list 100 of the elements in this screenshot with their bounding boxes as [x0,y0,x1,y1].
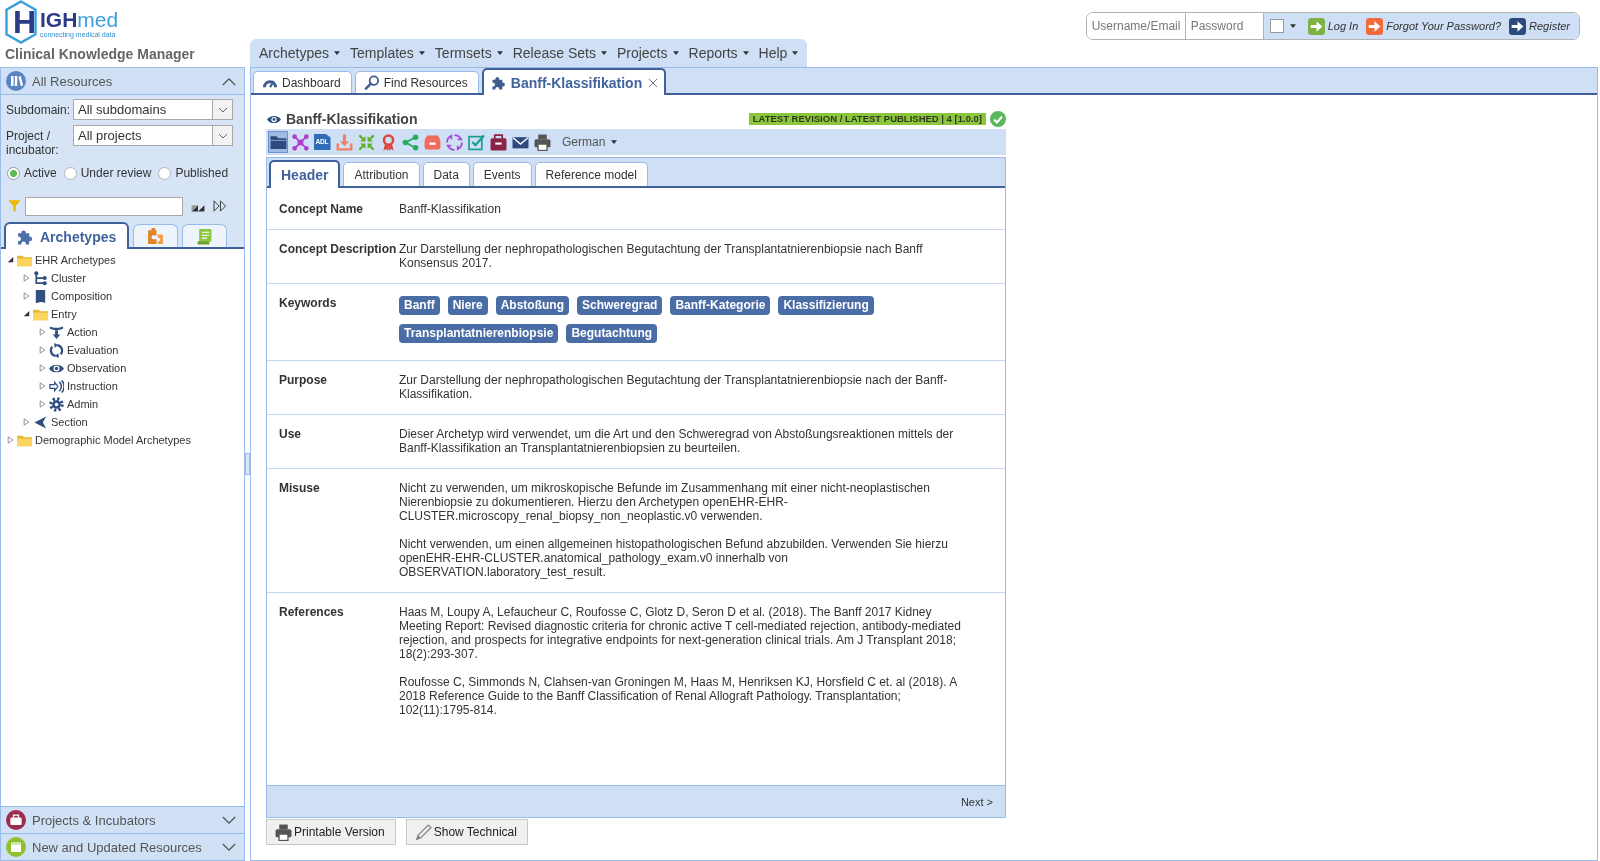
drawer-icon [423,133,441,151]
filter-field[interactable] [25,196,183,216]
logo-wordmark: IGHmed [40,9,119,31]
keyword-tag[interactable]: Klassifizierung [778,296,874,315]
radio-option[interactable]: Active [7,166,57,180]
field-value: Nicht zu verwenden, um mikroskopische Befunde im Zusammenhang mit einer nicht-neoplastischen Nierenbiopsie zu dokumentieren. Hierzu den Archetypen openEHR-EHR-CLUSTER.microscopy_renal_biopsy_non_neoplastic.v0 verwenden. [399,481,931,523]
double-triangle-icon[interactable] [213,200,227,212]
checkbox-icon [467,133,485,151]
collapsed-triangle-icon[interactable] [39,382,46,390]
tree-item[interactable]: Cluster [51,272,86,284]
checkbox[interactable] [1269,19,1284,33]
keyword-tag[interactable]: Transplantatnierenbiopsie [399,324,559,343]
keyword-tag[interactable]: Niere [447,296,488,315]
arrows-inward-icon [357,133,375,151]
header-link[interactable]: Forgot Your Password? [1366,17,1502,35]
tab[interactable]: Find Resources [354,71,479,93]
down-arrow-icon [49,324,64,340]
pen-icon [414,823,432,841]
field-label: Use [279,427,302,443]
keyword-tag[interactable]: Banff-Kategorie [670,296,771,315]
tab[interactable] [133,224,179,247]
toolbar-button[interactable] [268,131,288,153]
expanded-triangle-icon[interactable] [7,256,14,264]
username-field[interactable]: Username/Email [1086,13,1186,39]
tab[interactable]: Dashboard [253,71,352,93]
download-icon [335,133,353,151]
menu-item[interactable]: Help [753,39,804,67]
books-icon [6,71,26,91]
tree-item[interactable]: Evaluation [67,344,119,356]
caret-icon[interactable] [1289,24,1296,28]
tab[interactable]: Archetypes [4,222,130,249]
tree-item[interactable]: Action [67,326,98,338]
tab[interactable]: Header [269,160,341,188]
keyword-tag[interactable]: Begutachtung [566,324,658,343]
collapsed-triangle-icon[interactable] [7,436,14,444]
accordion-header[interactable]: All Resources [1,68,244,95]
field-value: Roufosse C, Simmonds N, Clahsen-van Groningen M, Haas M, Henriksen KJ, Horsfield C et. al (2018). A 2018 Reference Guide to the Banff Classification of Renal Allograft Pathology. Transplantation; 102(11):1795-814. [399,675,958,717]
toolbar-button[interactable] [488,131,508,153]
share-icon [401,133,419,151]
collapsed-triangle-icon[interactable] [39,400,46,408]
menu-item[interactable]: Release Sets [507,39,612,67]
tab[interactable] [182,224,228,247]
technical-button[interactable]: Show Technical [405,819,528,845]
tree-item[interactable]: EHR Archetypes [35,254,116,266]
collapsed-triangle-icon[interactable] [39,328,46,336]
puzzle-icon [17,228,34,245]
subdomain-select[interactable]: All subdomains [73,99,233,120]
close-icon[interactable] [648,77,659,88]
document-icon [33,288,48,304]
tab[interactable]: Data [422,162,470,186]
collapsed-triangle-icon[interactable] [23,274,30,282]
tree-item[interactable]: Entry [51,308,77,320]
tree-item[interactable]: Observation [67,362,127,374]
menu-item[interactable]: Archetypes [254,39,346,67]
radio-option[interactable]: Under review [63,166,152,180]
caret-icon [611,140,618,144]
accordion-header[interactable]: New and Updated Resources [1,833,244,860]
tree-item[interactable]: Composition [51,290,113,302]
menu-item[interactable]: Projects [611,39,684,67]
menu-item[interactable]: Templates [345,39,430,67]
keyword-tag[interactable]: Schweregrad [577,296,663,315]
tree-item[interactable]: Section [51,416,88,428]
field-label: Concept Name [279,202,365,216]
expanded-triangle-icon[interactable] [23,310,30,318]
caret-icon [672,51,679,55]
splitter-handle[interactable] [245,453,250,475]
header-link[interactable]: Log In [1307,17,1359,35]
project-select[interactable]: All projects [73,125,233,146]
puzzle-pieces-icon [147,227,165,245]
field-value: Zur Darstellung der nephropathologischen Begutachtung der Transplantatnierenbiopsie nach der Banff-Klassifikation. [399,373,949,401]
printer-icon [533,133,551,151]
tab[interactable]: Reference model [534,162,648,186]
collapsed-triangle-icon[interactable] [23,418,30,426]
keyword-tag[interactable]: Abstoßung [495,296,570,315]
accordion-header[interactable]: Projects & Incubators [1,806,244,833]
keyword-tag[interactable]: Banff [399,296,440,315]
folder-icon [269,133,287,151]
radio-option[interactable]: Published [158,166,229,180]
menu-item[interactable]: Reports [683,39,754,67]
menu-item[interactable]: Termsets [429,39,508,67]
tab[interactable]: Banff-Klassifikation [481,68,667,95]
tree-item[interactable]: Admin [67,398,99,410]
funnel-icon[interactable] [8,199,21,213]
tree-item[interactable]: Instruction [67,380,118,392]
toolbar-button[interactable] [444,131,464,153]
collapsed-triangle-icon[interactable] [23,292,30,300]
collapsed-triangle-icon[interactable] [39,364,46,372]
language-select[interactable]: German [560,135,620,149]
chevron-left-icon [33,414,48,430]
caret-icon [418,51,425,55]
eye-icon [267,113,281,125]
next-link[interactable]: Next > [960,795,993,808]
field-label: Subdomain: [6,102,72,117]
print-button[interactable]: Printable Version [266,819,396,845]
collapsed-triangle-icon[interactable] [39,346,46,354]
tree-item[interactable]: Demographic Model Archetypes [35,434,191,446]
toolbar-button[interactable] [290,131,310,153]
header-link[interactable]: Register [1509,17,1570,35]
tab[interactable]: Events [472,162,532,186]
tab[interactable]: Attribution [343,162,420,186]
